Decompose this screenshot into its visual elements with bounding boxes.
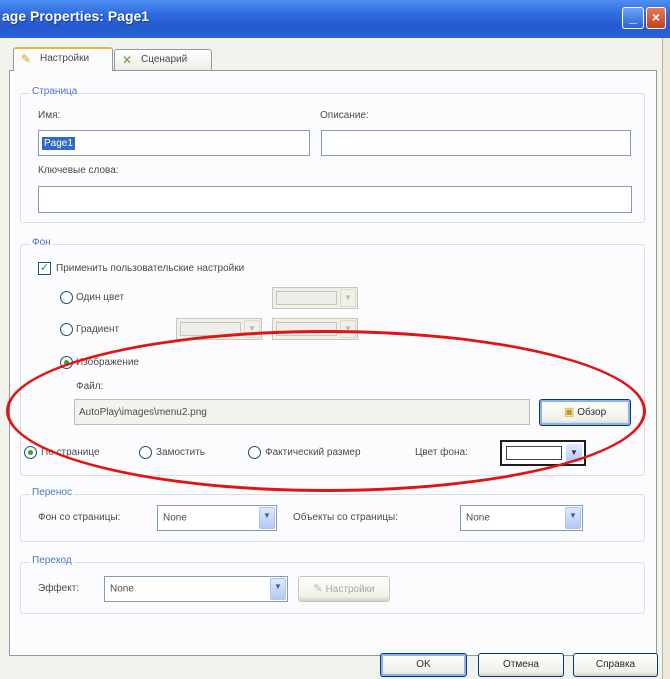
chevron-down-icon: ▼ xyxy=(566,444,582,462)
objects-from-page-select[interactable]: None ▼ xyxy=(460,505,583,531)
tile-radio[interactable] xyxy=(139,446,152,459)
name-input[interactable]: Page1 xyxy=(38,130,310,156)
tab-settings[interactable]: ✎ Настройки xyxy=(13,47,113,71)
chevron-down-icon: ▼ xyxy=(270,578,286,600)
gradient-end-swatch xyxy=(276,322,337,336)
gradient-start-combo[interactable]: ▼ xyxy=(176,318,262,340)
actual-size-label: Фактический размер xyxy=(265,447,361,458)
folder-icon: ▣ xyxy=(563,406,575,418)
minimize-button[interactable]: _ xyxy=(622,7,644,29)
gradient-start-swatch xyxy=(180,322,241,336)
bg-color-swatch xyxy=(506,446,562,460)
effect-select[interactable]: None ▼ xyxy=(104,576,288,602)
description-input[interactable] xyxy=(321,130,631,156)
effect-value: None xyxy=(110,583,134,595)
browse-button[interactable]: ▣ Обзор xyxy=(539,399,631,426)
bg-from-page-select[interactable]: None ▼ xyxy=(157,505,277,531)
settings-icon: ✎ xyxy=(21,52,32,66)
close-button[interactable]: × xyxy=(646,7,666,29)
tab-script-label: Сценарий xyxy=(141,54,188,65)
name-input-value: Page1 xyxy=(42,137,75,150)
name-label: Имя: xyxy=(38,110,61,121)
gradient-radio[interactable] xyxy=(60,323,73,336)
image-label: Изображение xyxy=(76,357,139,368)
chevron-down-icon: ▼ xyxy=(340,289,356,307)
solid-color-swatch xyxy=(276,291,337,305)
page-group-legend: Страница xyxy=(30,86,80,97)
actual-size-radio[interactable] xyxy=(248,446,261,459)
bg-color-label: Цвет фона: xyxy=(415,447,468,458)
effect-settings-button[interactable]: ✎ Настройки xyxy=(298,576,390,602)
chevron-down-icon: ▼ xyxy=(565,507,581,529)
fit-page-label: По странице xyxy=(41,447,100,458)
solid-color-radio[interactable] xyxy=(60,291,73,304)
file-label: Файл: xyxy=(76,381,104,392)
ok-button[interactable]: OK xyxy=(380,653,467,677)
objects-from-page-label: Объекты со страницы: xyxy=(293,512,398,523)
effect-settings-label: Настройки xyxy=(325,584,375,595)
image-radio[interactable] xyxy=(60,356,73,369)
settings-icon: ✎ xyxy=(313,583,323,595)
custom-settings-label: Применить пользовательские настройки xyxy=(56,263,245,274)
bg-from-page-value: None xyxy=(163,512,187,524)
solid-color-combo[interactable]: ▼ xyxy=(272,287,358,309)
tab-settings-label: Настройки xyxy=(40,53,90,64)
description-label: Описание: xyxy=(320,110,369,121)
keywords-label: Ключевые слова: xyxy=(38,165,119,176)
transfer-group-legend: Перенос xyxy=(30,487,74,498)
browse-button-label: Обзор xyxy=(577,407,607,418)
effect-label: Эффект: xyxy=(38,583,80,594)
cancel-button[interactable]: Отмена xyxy=(478,653,564,677)
chevron-down-icon: ▼ xyxy=(244,320,260,338)
solid-color-label: Один цвет xyxy=(76,292,125,303)
bg-from-page-label: Фон со страницы: xyxy=(38,512,121,523)
title-bar[interactable]: age Properties: Page1 _ × xyxy=(0,0,670,38)
gradient-end-combo[interactable]: ▼ xyxy=(272,318,358,340)
chevron-down-icon: ▼ xyxy=(259,507,275,529)
file-path-input[interactable]: AutoPlay\images\menu2.png xyxy=(74,399,530,425)
window-title: age Properties: Page1 xyxy=(2,8,150,24)
file-path-value: AutoPlay\images\menu2.png xyxy=(79,407,207,418)
custom-settings-checkbox[interactable]: ✓ xyxy=(38,262,51,275)
help-button[interactable]: Справка xyxy=(573,653,658,677)
script-icon: ✕ xyxy=(122,53,133,67)
gradient-label: Градиент xyxy=(76,324,120,335)
chevron-down-icon: ▼ xyxy=(340,320,356,338)
keywords-input[interactable] xyxy=(38,186,632,213)
fit-page-radio[interactable] xyxy=(24,446,37,459)
tab-script[interactable]: ✕ Сценарий xyxy=(114,49,212,71)
background-group-legend: Фон xyxy=(30,237,53,248)
objects-from-page-value: None xyxy=(466,512,490,524)
bg-color-picker[interactable]: ▼ xyxy=(500,440,586,466)
tile-label: Замостить xyxy=(156,447,205,458)
transition-group-legend: Переход xyxy=(30,555,74,566)
